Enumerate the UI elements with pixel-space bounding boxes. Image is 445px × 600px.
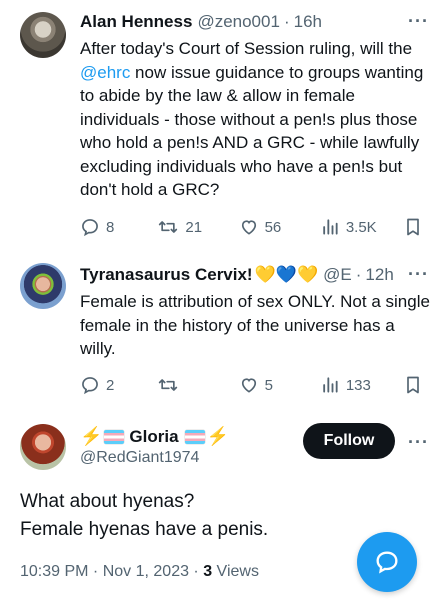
mention-link[interactable]: @ehrc — [80, 63, 130, 82]
tweet-header: Tyranasaurus Cervix! 💛💙💛 @E · 12h — [80, 264, 431, 286]
compose-reply-icon — [376, 551, 398, 574]
name-emoji-hearts: 💛💙💛 — [254, 265, 319, 284]
views-button[interactable]: 3.5K — [320, 217, 403, 237]
lightning-emoji: ⚡ — [80, 426, 103, 446]
like-count: 5 — [264, 376, 273, 394]
tweet-actions: 8 21 56 3.5K — [80, 216, 429, 238]
reply-icon — [82, 219, 98, 237]
main-author-name-row[interactable]: ⚡ Gloria ⚡ — [80, 426, 229, 447]
reply-count: 8 — [106, 218, 115, 236]
heart-icon — [241, 220, 256, 235]
tweet: Alan Henness @zeno001 · 16h ··· After to… — [0, 11, 445, 202]
lightning-emoji: ⚡ — [206, 426, 229, 446]
more-icon[interactable]: ··· — [408, 432, 429, 453]
separator-dot: · — [355, 265, 362, 284]
like-button[interactable]: 56 — [239, 217, 320, 237]
bookmark-button[interactable] — [403, 217, 429, 237]
reply-count: 2 — [106, 376, 115, 394]
views-count: 3 — [203, 563, 213, 580]
timestamp[interactable]: 12h — [365, 264, 393, 286]
views-count: 3.5K — [345, 218, 377, 236]
author-handle[interactable]: @RedGiant1974 — [80, 449, 199, 467]
trans-flag-icon — [184, 429, 205, 444]
tweet: Tyranasaurus Cervix! 💛💙💛 @E · 12h ··· Fe… — [0, 264, 445, 361]
author-handle[interactable]: @E — [323, 264, 352, 286]
tweet-text-line: What about hyenas? — [20, 491, 195, 512]
compose-reply-button[interactable] — [357, 532, 417, 592]
tweet-text-part: After today's Court of Session ruling, w… — [80, 39, 413, 58]
retweet-button[interactable]: 21 — [157, 217, 238, 237]
avatar[interactable] — [20, 424, 66, 470]
tweet-header: Alan Henness @zeno001 · 16h — [80, 11, 431, 33]
timestamp[interactable]: 16h — [294, 11, 322, 33]
reply-button[interactable]: 8 — [80, 217, 157, 237]
separator-dot: · — [283, 12, 290, 31]
views-label: Views — [212, 563, 259, 580]
bookmark-icon — [407, 376, 419, 394]
bookmark-button[interactable] — [403, 375, 429, 395]
tweet-text: After today's Court of Session ruling, w… — [80, 37, 431, 202]
reply-button[interactable]: 2 — [80, 375, 157, 395]
reply-icon — [82, 377, 98, 395]
author-handle[interactable]: @zeno001 — [197, 11, 280, 33]
tweet-text: Female is attribution of sex ONLY. Not a… — [80, 292, 430, 358]
tweet-text: What about hyenas? Female hyenas have a … — [20, 488, 268, 544]
views-button[interactable]: 133 — [320, 375, 403, 395]
like-count: 56 — [264, 218, 282, 236]
follow-button[interactable]: Follow — [303, 423, 395, 459]
views-icon — [323, 377, 338, 393]
heart-icon — [241, 378, 256, 393]
like-button[interactable]: 5 — [239, 375, 320, 395]
more-icon[interactable]: ··· — [408, 264, 429, 285]
retweet-icon — [159, 221, 178, 233]
retweet-count: 21 — [185, 218, 203, 236]
views-icon — [323, 219, 338, 235]
more-icon[interactable]: ··· — [408, 11, 429, 32]
tweet-actions: 2 5 133 — [80, 374, 429, 396]
retweet-icon — [159, 379, 178, 391]
author-name[interactable]: Tyranasaurus Cervix! — [80, 264, 253, 286]
bookmark-icon — [407, 218, 419, 236]
tweet-meta: 10:39 PM · Nov 1, 2023 · 3 Views — [20, 563, 259, 581]
views-count: 133 — [345, 376, 371, 394]
retweet-button[interactable] — [157, 375, 238, 395]
tweet-timestamp[interactable]: 10:39 PM · Nov 1, 2023 · — [20, 563, 203, 580]
tweet-text-part: now issue guidance to groups wanting to … — [80, 62, 424, 200]
author-name[interactable]: Alan Henness — [80, 11, 192, 33]
author-name: Gloria — [129, 426, 179, 446]
trans-flag-icon — [104, 429, 125, 444]
tweet-text-line: Female hyenas have a penis. — [20, 519, 269, 540]
